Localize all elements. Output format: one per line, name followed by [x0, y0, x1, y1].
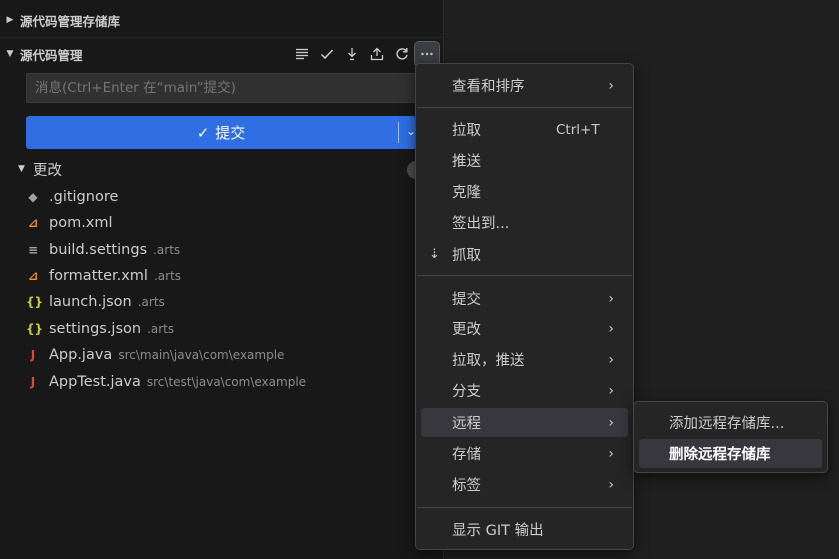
submenu-arrow-icon: ›	[608, 351, 614, 368]
menu-item-label: 推送	[452, 154, 481, 170]
file-name: pom.xml	[49, 215, 113, 231]
menu-item-remove-remote[interactable]: 删除远程存储库	[639, 439, 822, 468]
rss-icon: ⊿	[27, 216, 39, 230]
menu-item-label: 更改	[452, 322, 481, 338]
menu-item-label: 拉取，推送	[452, 353, 525, 369]
menu-item-label: 添加远程存储库...	[669, 416, 785, 432]
git-icon: ◆	[28, 190, 38, 204]
menu-item-label: 显示 GIT 输出	[452, 523, 544, 539]
more-actions-menu: 查看和排序 › 拉取 Ctrl+T 推送 克隆 签出到... ⇣ 抓取 提交 ›…	[415, 63, 634, 550]
menu-item-show-git-output[interactable]: 显示 GIT 输出	[421, 515, 628, 544]
list-item[interactable]: ≡ build.settings .arts	[26, 239, 180, 261]
scm-toolbar	[290, 41, 440, 67]
commit-message-input[interactable]	[26, 73, 416, 103]
menu-item-clone[interactable]: 克隆	[421, 177, 628, 206]
json-icon: {}	[26, 295, 44, 309]
rss-icon: ⊿	[27, 269, 39, 283]
file-path: .arts	[147, 322, 175, 336]
list-item[interactable]: J App.java src\main\java\com\example	[26, 344, 285, 366]
changes-group-header[interactable]: ▼ 更改	[18, 157, 62, 181]
list-item[interactable]: {} launch.json .arts	[26, 291, 165, 313]
menu-item-label: 拉取	[452, 123, 481, 139]
submenu-arrow-icon: ›	[608, 414, 614, 431]
submenu-arrow-icon: ›	[608, 290, 614, 307]
menu-item-pull-push[interactable]: 拉取，推送 ›	[421, 345, 628, 374]
menu-item-changes[interactable]: 更改 ›	[421, 314, 628, 343]
commit-button[interactable]: ✓ 提交 ⌄	[26, 116, 416, 149]
repositories-section-header[interactable]: ▶ 源代码管理存储库	[0, 4, 443, 36]
menu-item-fetch[interactable]: ⇣ 抓取	[421, 240, 628, 269]
submenu-arrow-icon: ›	[608, 77, 614, 94]
menu-item-tags[interactable]: 标签 ›	[421, 470, 628, 499]
submenu-arrow-icon: ›	[608, 382, 614, 399]
lines-icon: ≡	[27, 243, 39, 257]
changes-label: 更改	[32, 162, 62, 179]
remote-submenu: 添加远程存储库... 删除远程存储库	[633, 401, 828, 473]
refresh-icon[interactable]	[390, 42, 414, 66]
file-path: .arts	[137, 295, 165, 309]
menu-item-add-remote[interactable]: 添加远程存储库...	[639, 408, 822, 437]
file-name: .gitignore	[49, 189, 119, 205]
java-icon: J	[30, 348, 36, 362]
fetch-down-icon[interactable]	[340, 42, 364, 66]
list-item[interactable]: ◆ .gitignore	[26, 186, 118, 208]
menu-separator	[417, 507, 632, 508]
expanded-chevron-icon: ▼	[18, 164, 25, 174]
menu-item-push[interactable]: 推送	[421, 146, 628, 175]
collapsed-chevron-icon: ▶	[6, 15, 14, 25]
json-icon: {}	[26, 322, 44, 336]
commit-button-label: 提交	[215, 124, 246, 142]
publish-up-icon[interactable]	[365, 42, 389, 66]
menu-separator	[417, 107, 632, 108]
file-name: launch.json	[49, 294, 132, 310]
menu-item-label: 存储	[452, 447, 481, 463]
menu-item-label: 提交	[452, 292, 481, 308]
menu-item-stash[interactable]: 存储 ›	[421, 439, 628, 468]
scm-title: 源代码管理	[20, 47, 83, 63]
list-item[interactable]: {} settings.json .arts	[26, 318, 174, 340]
list-item[interactable]: ⊿ formatter.xml .arts	[26, 265, 181, 287]
file-name: formatter.xml	[49, 268, 148, 284]
menu-item-label: 标签	[452, 478, 481, 494]
file-name: settings.json	[49, 321, 142, 337]
menu-item-label: 签出到...	[452, 216, 510, 232]
view-as-tree-icon[interactable]	[290, 42, 314, 66]
source-control-panel: ▶ 源代码管理存储库 ▼ 源代码管理 消息(Ctrl+Enter 在“main”…	[0, 0, 444, 559]
java-icon: J	[30, 375, 36, 389]
submenu-arrow-icon: ›	[608, 445, 614, 462]
file-path: src\main\java\com\example	[118, 348, 285, 362]
submenu-arrow-icon: ›	[608, 476, 614, 493]
menu-separator	[417, 275, 632, 276]
menu-item-view-sort[interactable]: 查看和排序 ›	[421, 71, 628, 100]
file-name: AppTest.java	[49, 374, 141, 390]
menu-item-label: 删除远程存储库	[669, 447, 771, 463]
menu-item-label: 远程	[452, 416, 481, 432]
check-icon: ✓	[196, 123, 210, 142]
menu-item-branch[interactable]: 分支 ›	[421, 376, 628, 405]
file-path: src\test\java\com\example	[146, 375, 307, 389]
menu-item-label: 查看和排序	[452, 79, 525, 95]
menu-item-label: 克隆	[452, 185, 481, 201]
menu-item-checkout[interactable]: 签出到...	[421, 208, 628, 237]
menu-item-shortcut: Ctrl+T	[556, 121, 600, 138]
file-path: .arts	[153, 269, 182, 283]
menu-item-label: 分支	[452, 384, 481, 400]
expanded-chevron-icon: ▼	[6, 49, 14, 59]
menu-item-label: 抓取	[452, 248, 481, 264]
fetch-down-icon: ⇣	[429, 247, 440, 262]
scm-section-header[interactable]: ▼ 源代码管理	[0, 37, 443, 70]
file-path: .arts	[153, 243, 181, 257]
commit-button-divider	[398, 122, 399, 143]
submenu-arrow-icon: ›	[608, 320, 614, 337]
list-item[interactable]: J AppTest.java src\test\java\com\example	[26, 371, 306, 393]
file-name: App.java	[49, 347, 113, 363]
list-item[interactable]: ⊿ pom.xml	[26, 212, 113, 234]
repositories-title: 源代码管理存储库	[20, 13, 121, 29]
file-name: build.settings	[49, 242, 148, 258]
commit-check-icon[interactable]	[315, 42, 339, 66]
menu-item-commit[interactable]: 提交 ›	[421, 284, 628, 313]
menu-item-pull[interactable]: 拉取 Ctrl+T	[421, 115, 628, 144]
menu-item-remote[interactable]: 远程 ›	[421, 408, 628, 437]
